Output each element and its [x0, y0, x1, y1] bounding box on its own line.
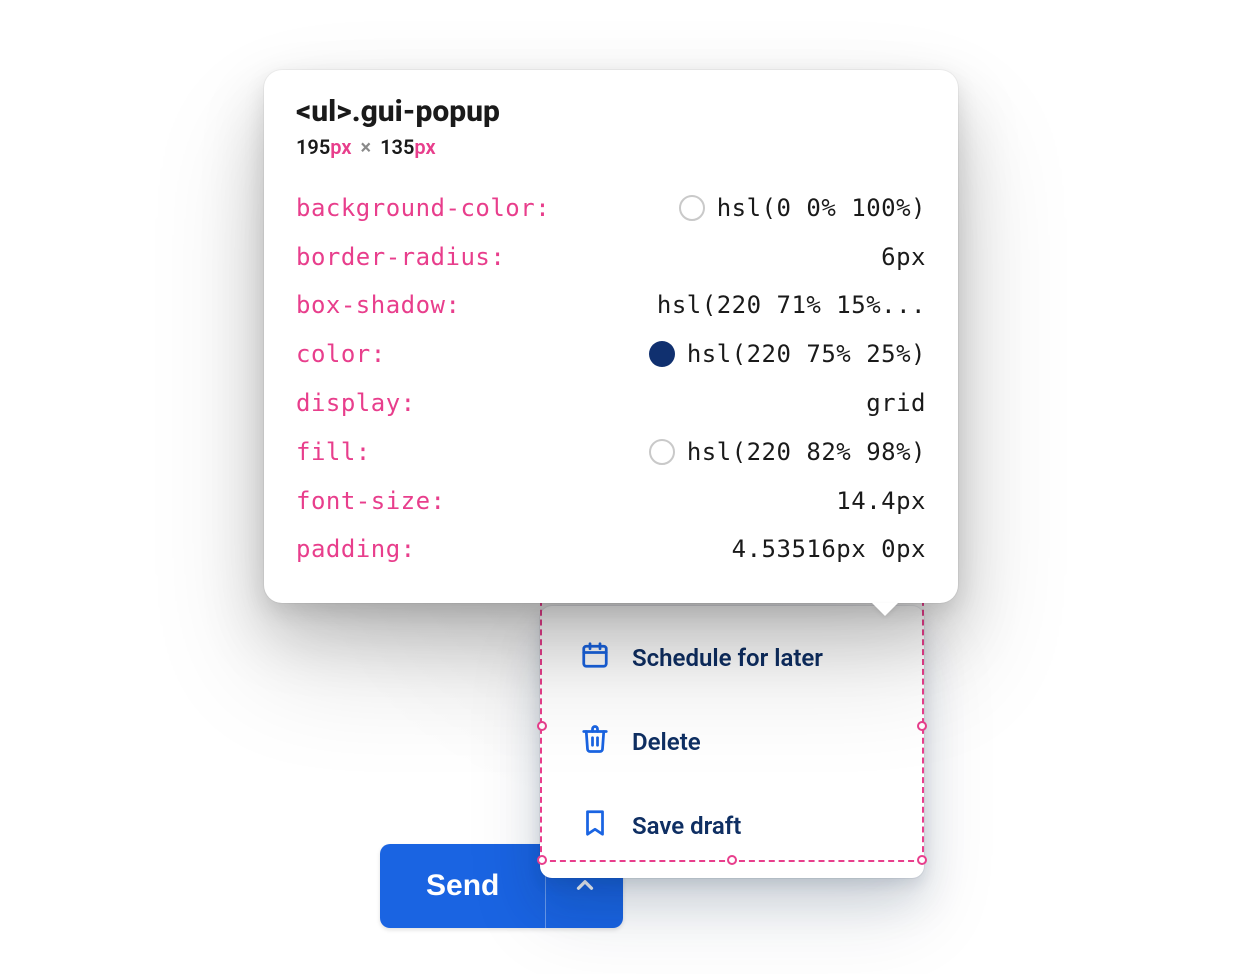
css-prop-value: hsl(0 0% 100%): [679, 195, 926, 221]
popup-item-delete[interactable]: Delete: [540, 700, 924, 784]
css-prop-name: color: [296, 342, 386, 366]
popup-item-save-draft[interactable]: Save draft: [540, 784, 924, 868]
dim-height-unit: px: [414, 135, 435, 159]
css-prop-value: hsl(220 71% 15%...: [657, 293, 926, 317]
css-prop-value: 4.53516px 0px: [732, 537, 926, 561]
dim-width: 195: [296, 135, 330, 159]
color-swatch-icon: [679, 195, 705, 221]
css-prop-value-text: grid: [866, 391, 926, 415]
css-prop-value-text: hsl(220 82% 98%): [687, 440, 926, 464]
bookmark-icon: [580, 808, 610, 844]
tooltip-dimensions: 195px × 135px: [296, 135, 926, 159]
tooltip-properties: background-color hsl(0 0% 100%) border-rad…: [296, 183, 926, 573]
css-prop-value-text: hsl(0 0% 100%): [717, 196, 926, 220]
css-prop-name: border-radius: [296, 245, 505, 269]
css-prop-row: fill hsl(220 82% 98%): [296, 427, 926, 477]
popup-item-label: Delete: [632, 728, 701, 756]
devtools-tooltip: <ul>.gui-popup 195px × 135px background-…: [264, 70, 958, 603]
popup-item-label: Schedule for later: [632, 644, 823, 672]
css-prop-value-text: hsl(220 75% 25%): [687, 342, 926, 366]
css-prop-value: hsl(220 82% 98%): [649, 439, 926, 465]
css-prop-row: color hsl(220 75% 25%): [296, 329, 926, 379]
send-button[interactable]: Send: [380, 844, 545, 928]
css-prop-name: box-shadow: [296, 293, 460, 317]
css-prop-value-text: 4.53516px 0px: [732, 537, 926, 561]
popup-item-label: Save draft: [632, 812, 741, 840]
css-prop-value-text: 6px: [881, 245, 926, 269]
popup-item-schedule[interactable]: Schedule for later: [540, 616, 924, 700]
css-prop-value: 14.4px: [836, 489, 926, 513]
color-swatch-icon: [649, 439, 675, 465]
gui-popup[interactable]: Schedule for later Delete Save draft: [540, 606, 924, 878]
dim-height: 135: [380, 135, 414, 159]
css-prop-name: display: [296, 391, 416, 415]
css-prop-value: hsl(220 75% 25%): [649, 341, 926, 367]
color-swatch-icon: [649, 341, 675, 367]
css-prop-value-text: 14.4px: [836, 489, 926, 513]
css-prop-row: background-color hsl(0 0% 100%): [296, 183, 926, 233]
tooltip-element-class: .gui-popup: [352, 94, 500, 129]
css-prop-name: background-color: [296, 196, 550, 220]
css-prop-value: 6px: [881, 245, 926, 269]
css-prop-row: border-radius 6px: [296, 233, 926, 281]
css-prop-value-text: hsl(220 71% 15%...: [657, 293, 926, 317]
css-prop-row: padding 4.53516px 0px: [296, 525, 926, 573]
css-prop-row: font-size 14.4px: [296, 477, 926, 525]
css-prop-name: font-size: [296, 489, 446, 513]
tooltip-element-tag: <ul>: [296, 94, 352, 129]
css-prop-value: grid: [866, 391, 926, 415]
css-prop-row: box-shadow hsl(220 71% 15%...: [296, 281, 926, 329]
css-prop-row: display grid: [296, 379, 926, 427]
dim-separator: ×: [361, 135, 372, 159]
trash-icon: [580, 724, 610, 760]
send-button-label: Send: [426, 869, 499, 903]
calendar-icon: [580, 640, 610, 676]
dim-width-unit: px: [330, 135, 351, 159]
css-prop-name: fill: [296, 440, 371, 464]
tooltip-element-title: <ul>.gui-popup: [296, 94, 926, 129]
css-prop-name: padding: [296, 537, 416, 561]
